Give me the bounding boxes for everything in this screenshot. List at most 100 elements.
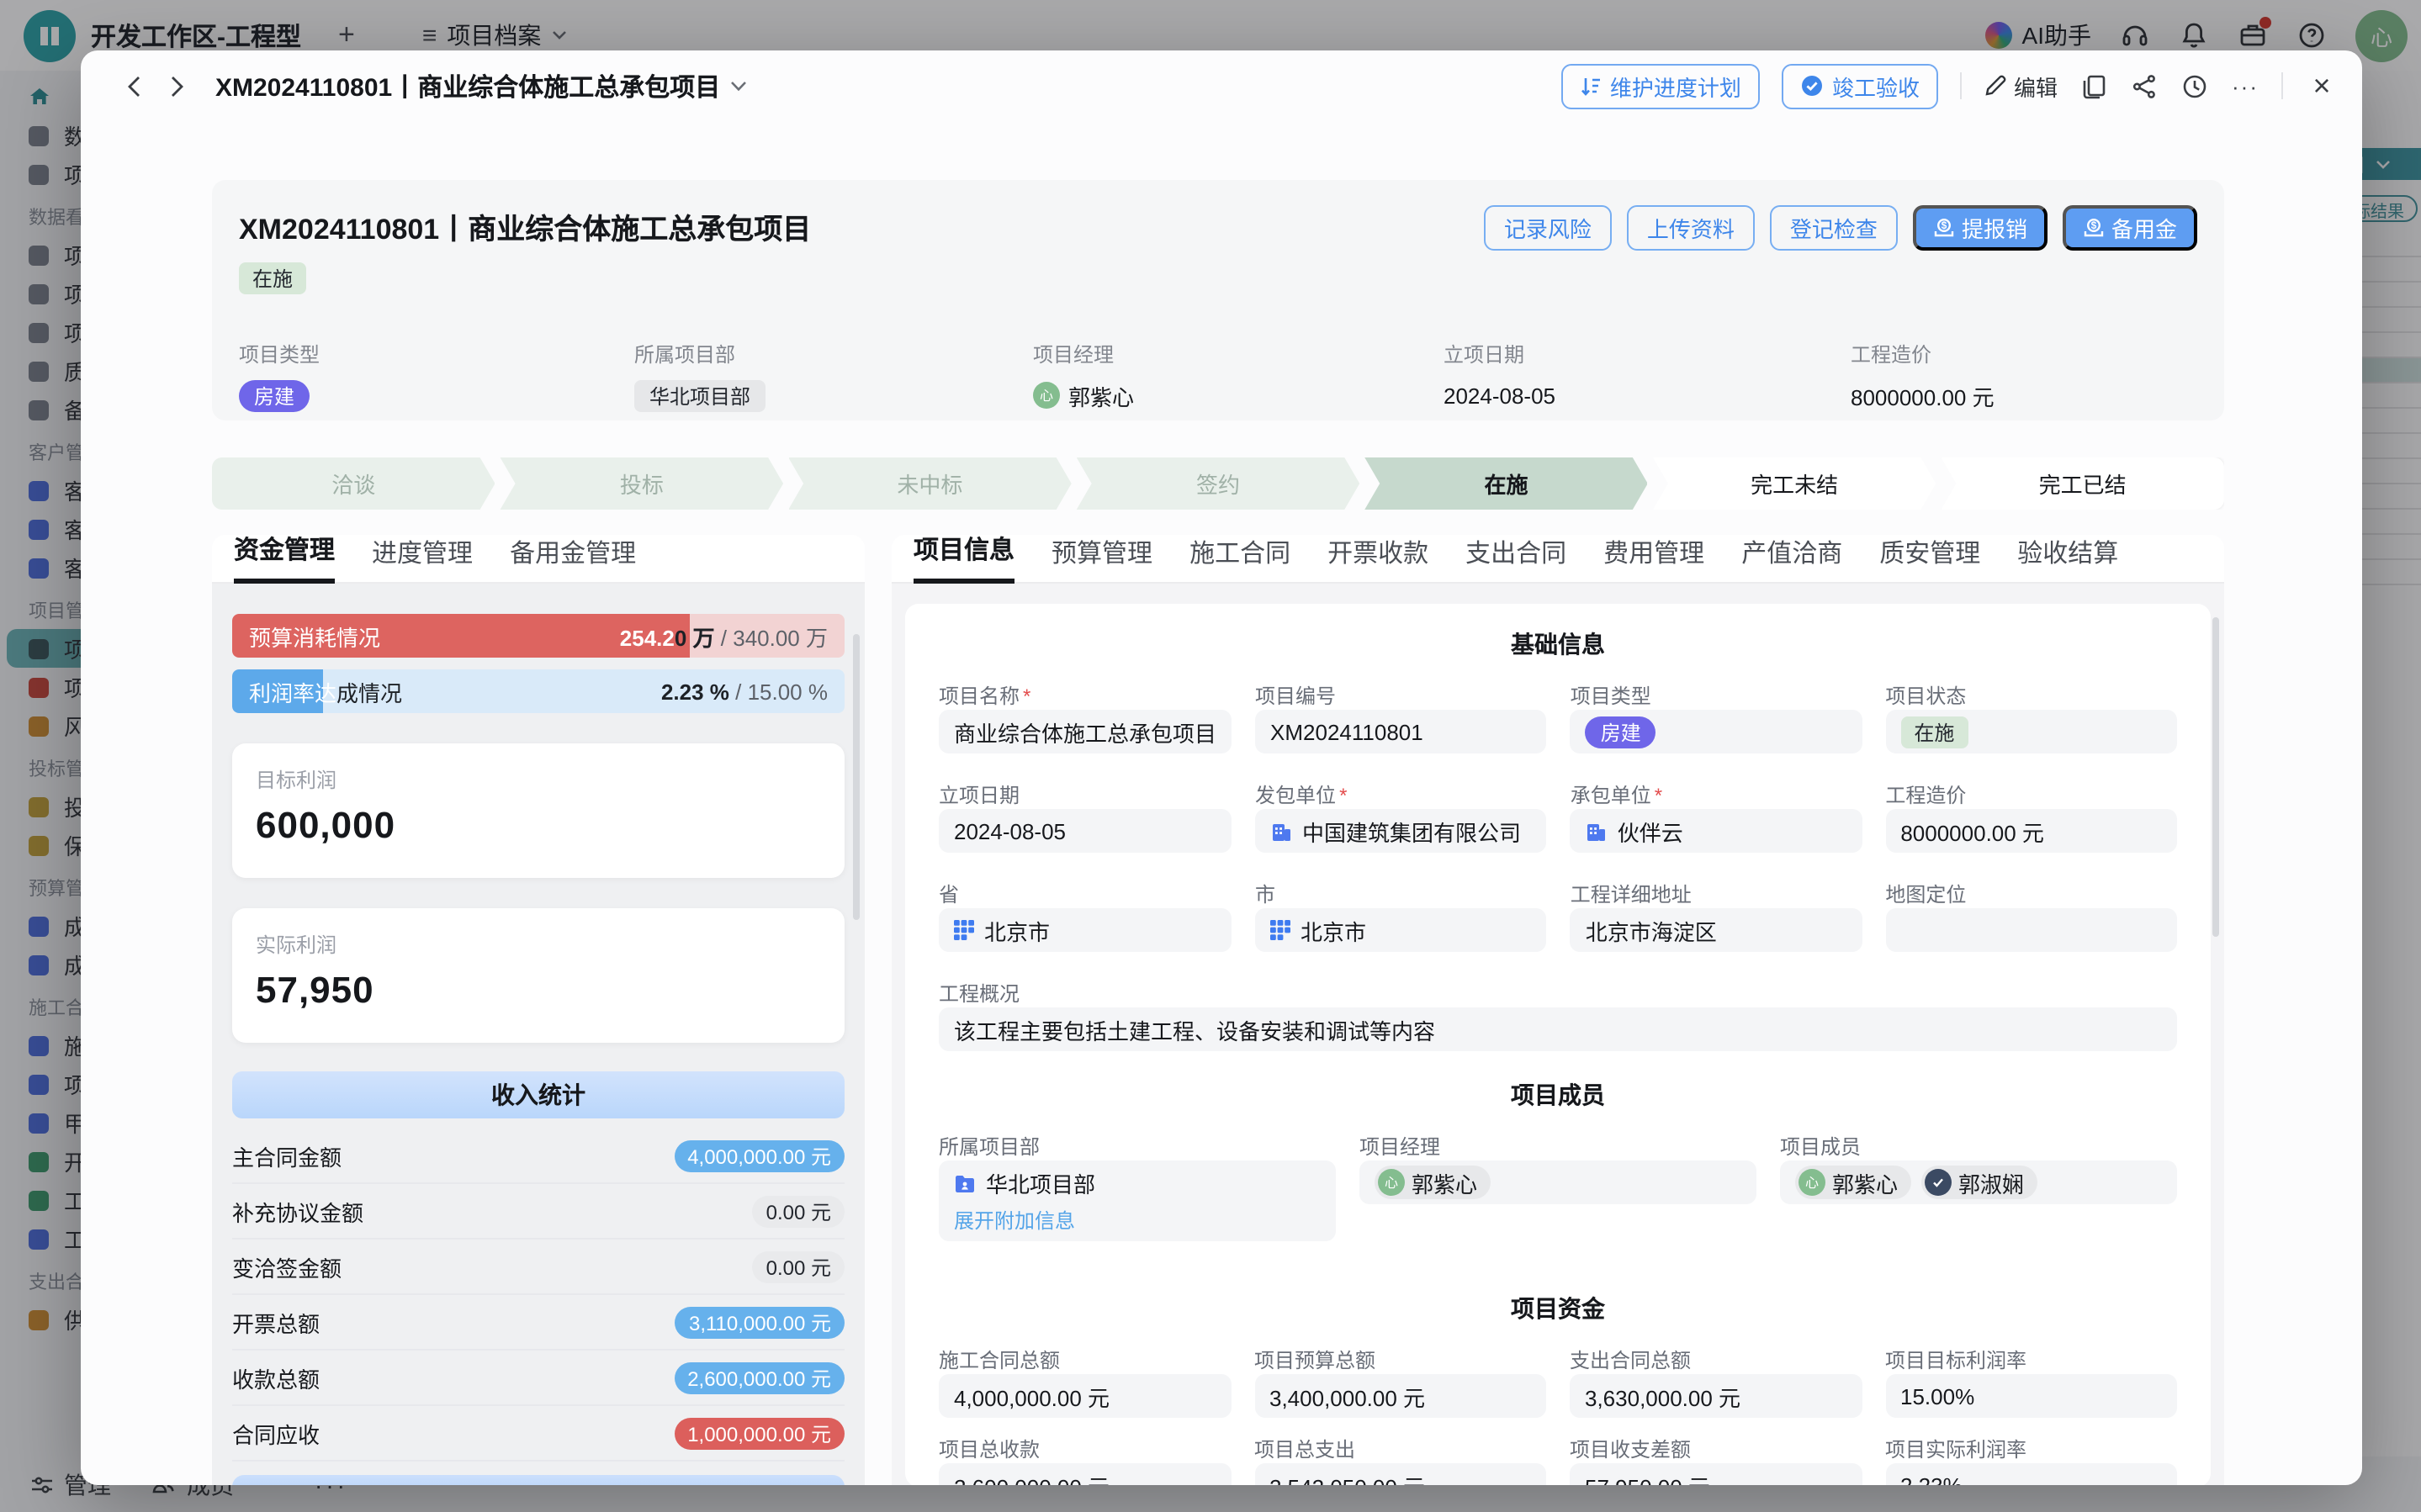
income-statistics-button[interactable]: 收入统计 xyxy=(232,1071,845,1118)
department-folder-icon xyxy=(954,1173,976,1193)
bar-label: 预算消耗情况 xyxy=(249,620,380,652)
tab-progress-management[interactable]: 进度管理 xyxy=(372,535,473,582)
screen: 开发工作区-工程型 + ≡ 项目档案 AI助手 心 xyxy=(0,0,2421,1512)
section-project-members: 项目成员 xyxy=(939,1078,2177,1112)
stage-in-construction[interactable]: 在施 xyxy=(1364,457,1648,510)
close-icon[interactable]: × xyxy=(2305,68,2339,103)
member-chip: 心 郭紫心 xyxy=(1375,1166,1491,1199)
project-summary-card: XM2024110801丨商业综合体施工总承包项目 在施 记录风险 上传资料 登… xyxy=(212,180,2224,420)
submit-expense-button[interactable]: $ 提报销 xyxy=(1913,205,2048,251)
more-button[interactable]: ··· xyxy=(2231,71,2259,100)
money-icon: $ xyxy=(2083,217,2105,239)
tab-budget[interactable]: 预算管理 xyxy=(1052,535,1152,582)
manager-avatar: 心 xyxy=(1033,382,1060,409)
budget-consumption-bar: 预算消耗情况 254.20 万 / 340.00 万 xyxy=(232,614,845,658)
type-badge: 房建 xyxy=(239,379,310,411)
field-contractor-company: 承包单位* 伙伴云 xyxy=(1571,780,1862,853)
stage-complete-settled[interactable]: 完工已结 xyxy=(1941,457,2224,510)
modal-header: XM2024110801丨商业综合体施工总承包项目 维护进度计划 竣工验收 编辑 xyxy=(81,50,2362,121)
pencil-icon xyxy=(1984,74,2007,98)
field-project-status: 项目状态 在施 xyxy=(1885,681,2177,753)
field-project-type: 项目类型 房建 xyxy=(1571,681,1862,753)
divider xyxy=(2281,72,2283,99)
divider xyxy=(1960,72,1962,99)
field-balance: 项目收支差额 57,950.00 元 xyxy=(1570,1435,1862,1485)
stage-complete-unsettled[interactable]: 完工未结 xyxy=(1653,457,1936,510)
member-avatar xyxy=(1925,1169,1952,1196)
tab-quality-safety[interactable]: 质安管理 xyxy=(1879,535,1980,582)
stage-signed[interactable]: 签约 xyxy=(1077,457,1360,510)
row-invoice-total: 开票总额 3,110,000.00 元 xyxy=(232,1295,845,1351)
stage-negotiation[interactable]: 洽谈 xyxy=(212,457,495,510)
field-construction-contract-total: 施工合同总额 4,000,000.00 元 xyxy=(939,1345,1231,1418)
field-budget-total: 项目预算总额 3,400,000.00 元 xyxy=(1254,1345,1546,1418)
tab-construction-contract[interactable]: 施工合同 xyxy=(1189,535,1290,582)
stat-value: 57,950 xyxy=(256,969,821,1012)
field-target-profit-rate: 项目目标利润率 15.00% xyxy=(1885,1345,2177,1418)
field-owner-company: 发包单位* 中国建筑集团有限公司 xyxy=(1255,780,1547,853)
completion-acceptance-button[interactable]: 竣工验收 xyxy=(1782,63,1938,108)
sort-icon xyxy=(1580,75,1602,97)
next-record-button[interactable] xyxy=(162,71,192,101)
right-panel-scrollbar[interactable] xyxy=(2212,617,2219,937)
stage-bidding[interactable]: 投标 xyxy=(501,457,784,510)
tab-funds-management[interactable]: 资金管理 xyxy=(234,535,335,584)
member-avatar: 心 xyxy=(1799,1169,1825,1196)
tab-invoicing[interactable]: 开票收款 xyxy=(1327,535,1428,582)
member-chip: 郭淑娴 xyxy=(1921,1166,2037,1199)
member-avatar: 心 xyxy=(1378,1169,1405,1196)
row-change-negotiation-amount: 变洽签金额 0.00 元 xyxy=(232,1240,845,1295)
share-icon[interactable] xyxy=(2130,71,2159,100)
row-contract-receivable: 合同应收 1,000,000.00 元 xyxy=(232,1406,845,1462)
edit-button[interactable]: 编辑 xyxy=(1984,70,2058,102)
field-department: 所属项目部 华北项目部 展开附加信息 xyxy=(939,1132,1336,1241)
title-dropdown-icon[interactable] xyxy=(730,80,747,92)
record-risk-button[interactable]: 记录风险 xyxy=(1484,205,1612,251)
copy-icon[interactable] xyxy=(2079,71,2108,100)
left-panel-tabs: 资金管理 进度管理 备用金管理 xyxy=(212,535,865,584)
section-project-funds: 项目资金 xyxy=(939,1292,2177,1325)
field-start-date: 立项日期 2024-08-05 xyxy=(939,780,1232,853)
department-badge: 华北项目部 xyxy=(634,379,766,411)
tab-petty-cash-management[interactable]: 备用金管理 xyxy=(510,535,636,582)
target-profit-card: 目标利润 600,000 xyxy=(232,743,845,878)
field-map-location: 地图定位 xyxy=(1885,880,2177,952)
funds-panel: 资金管理 进度管理 备用金管理 预算消耗情况 254.20 万 / 340.00… xyxy=(212,535,865,1485)
stage-stepper: 洽谈 投标 未中标 签约 在施 完工未结 完工已结 xyxy=(212,457,2224,510)
row-main-contract-amount: 主合同金额 4,000,000.00 元 xyxy=(232,1129,845,1184)
member-chip: 心 郭紫心 xyxy=(1795,1166,1911,1199)
amount-pill: 0.00 元 xyxy=(753,1250,845,1282)
right-panel-tabs: 项目信息 预算管理 施工合同 开票收款 支出合同 费用管理 产值洽商 质安管理 … xyxy=(892,535,2224,584)
field-province: 省 北京市 xyxy=(939,880,1232,952)
maintain-schedule-button[interactable]: 维护进度计划 xyxy=(1561,63,1760,108)
field-project-type: 项目类型 房建 xyxy=(239,340,634,412)
prev-record-button[interactable] xyxy=(118,71,148,101)
left-panel-scrollbar[interactable] xyxy=(853,634,860,920)
amount-pill: 0.00 元 xyxy=(753,1195,845,1227)
field-project-members: 项目成员 心 郭紫心 郭淑娴 xyxy=(1780,1132,2177,1241)
amount-pill: 2,600,000.00 元 xyxy=(674,1361,845,1393)
petty-cash-button[interactable]: $ 备用金 xyxy=(2063,205,2197,251)
expense-statistics-button-partial[interactable] xyxy=(232,1475,845,1485)
register-inspection-button[interactable]: 登记检查 xyxy=(1770,205,1898,251)
row-received-total: 收款总额 2,600,000.00 元 xyxy=(232,1351,845,1406)
tab-project-info[interactable]: 项目信息 xyxy=(914,535,1014,584)
upload-document-button[interactable]: 上传资料 xyxy=(1627,205,1755,251)
tab-acceptance-settlement[interactable]: 验收结算 xyxy=(2017,535,2118,582)
stat-label: 实际利润 xyxy=(256,930,821,959)
tab-output-negotiation[interactable]: 产值洽商 xyxy=(1741,535,1842,582)
stage-not-awarded[interactable]: 未中标 xyxy=(788,457,1072,510)
amount-pill: 1,000,000.00 元 xyxy=(674,1417,845,1449)
history-icon[interactable] xyxy=(2180,71,2209,100)
amount-pill: 4,000,000.00 元 xyxy=(674,1139,845,1171)
expand-extra-info-link[interactable]: 展开附加信息 xyxy=(954,1206,1075,1234)
field-project-overview: 工程概况 该工程主要包括土建工程、设备安装和调试等内容 xyxy=(939,979,2177,1051)
field-start-date: 立项日期 2024-08-05 xyxy=(1444,340,1851,412)
amount-pill: 3,110,000.00 元 xyxy=(675,1306,845,1338)
project-info-panel: 项目信息 预算管理 施工合同 开票收款 支出合同 费用管理 产值洽商 质安管理 … xyxy=(892,535,2224,1485)
tab-expense-contract[interactable]: 支出合同 xyxy=(1465,535,1566,582)
field-detailed-address: 工程详细地址 北京市海淀区 xyxy=(1571,880,1862,952)
status-badge: 在施 xyxy=(1900,716,1968,748)
tab-fee-management[interactable]: 费用管理 xyxy=(1603,535,1704,582)
money-icon: $ xyxy=(1933,217,1955,239)
